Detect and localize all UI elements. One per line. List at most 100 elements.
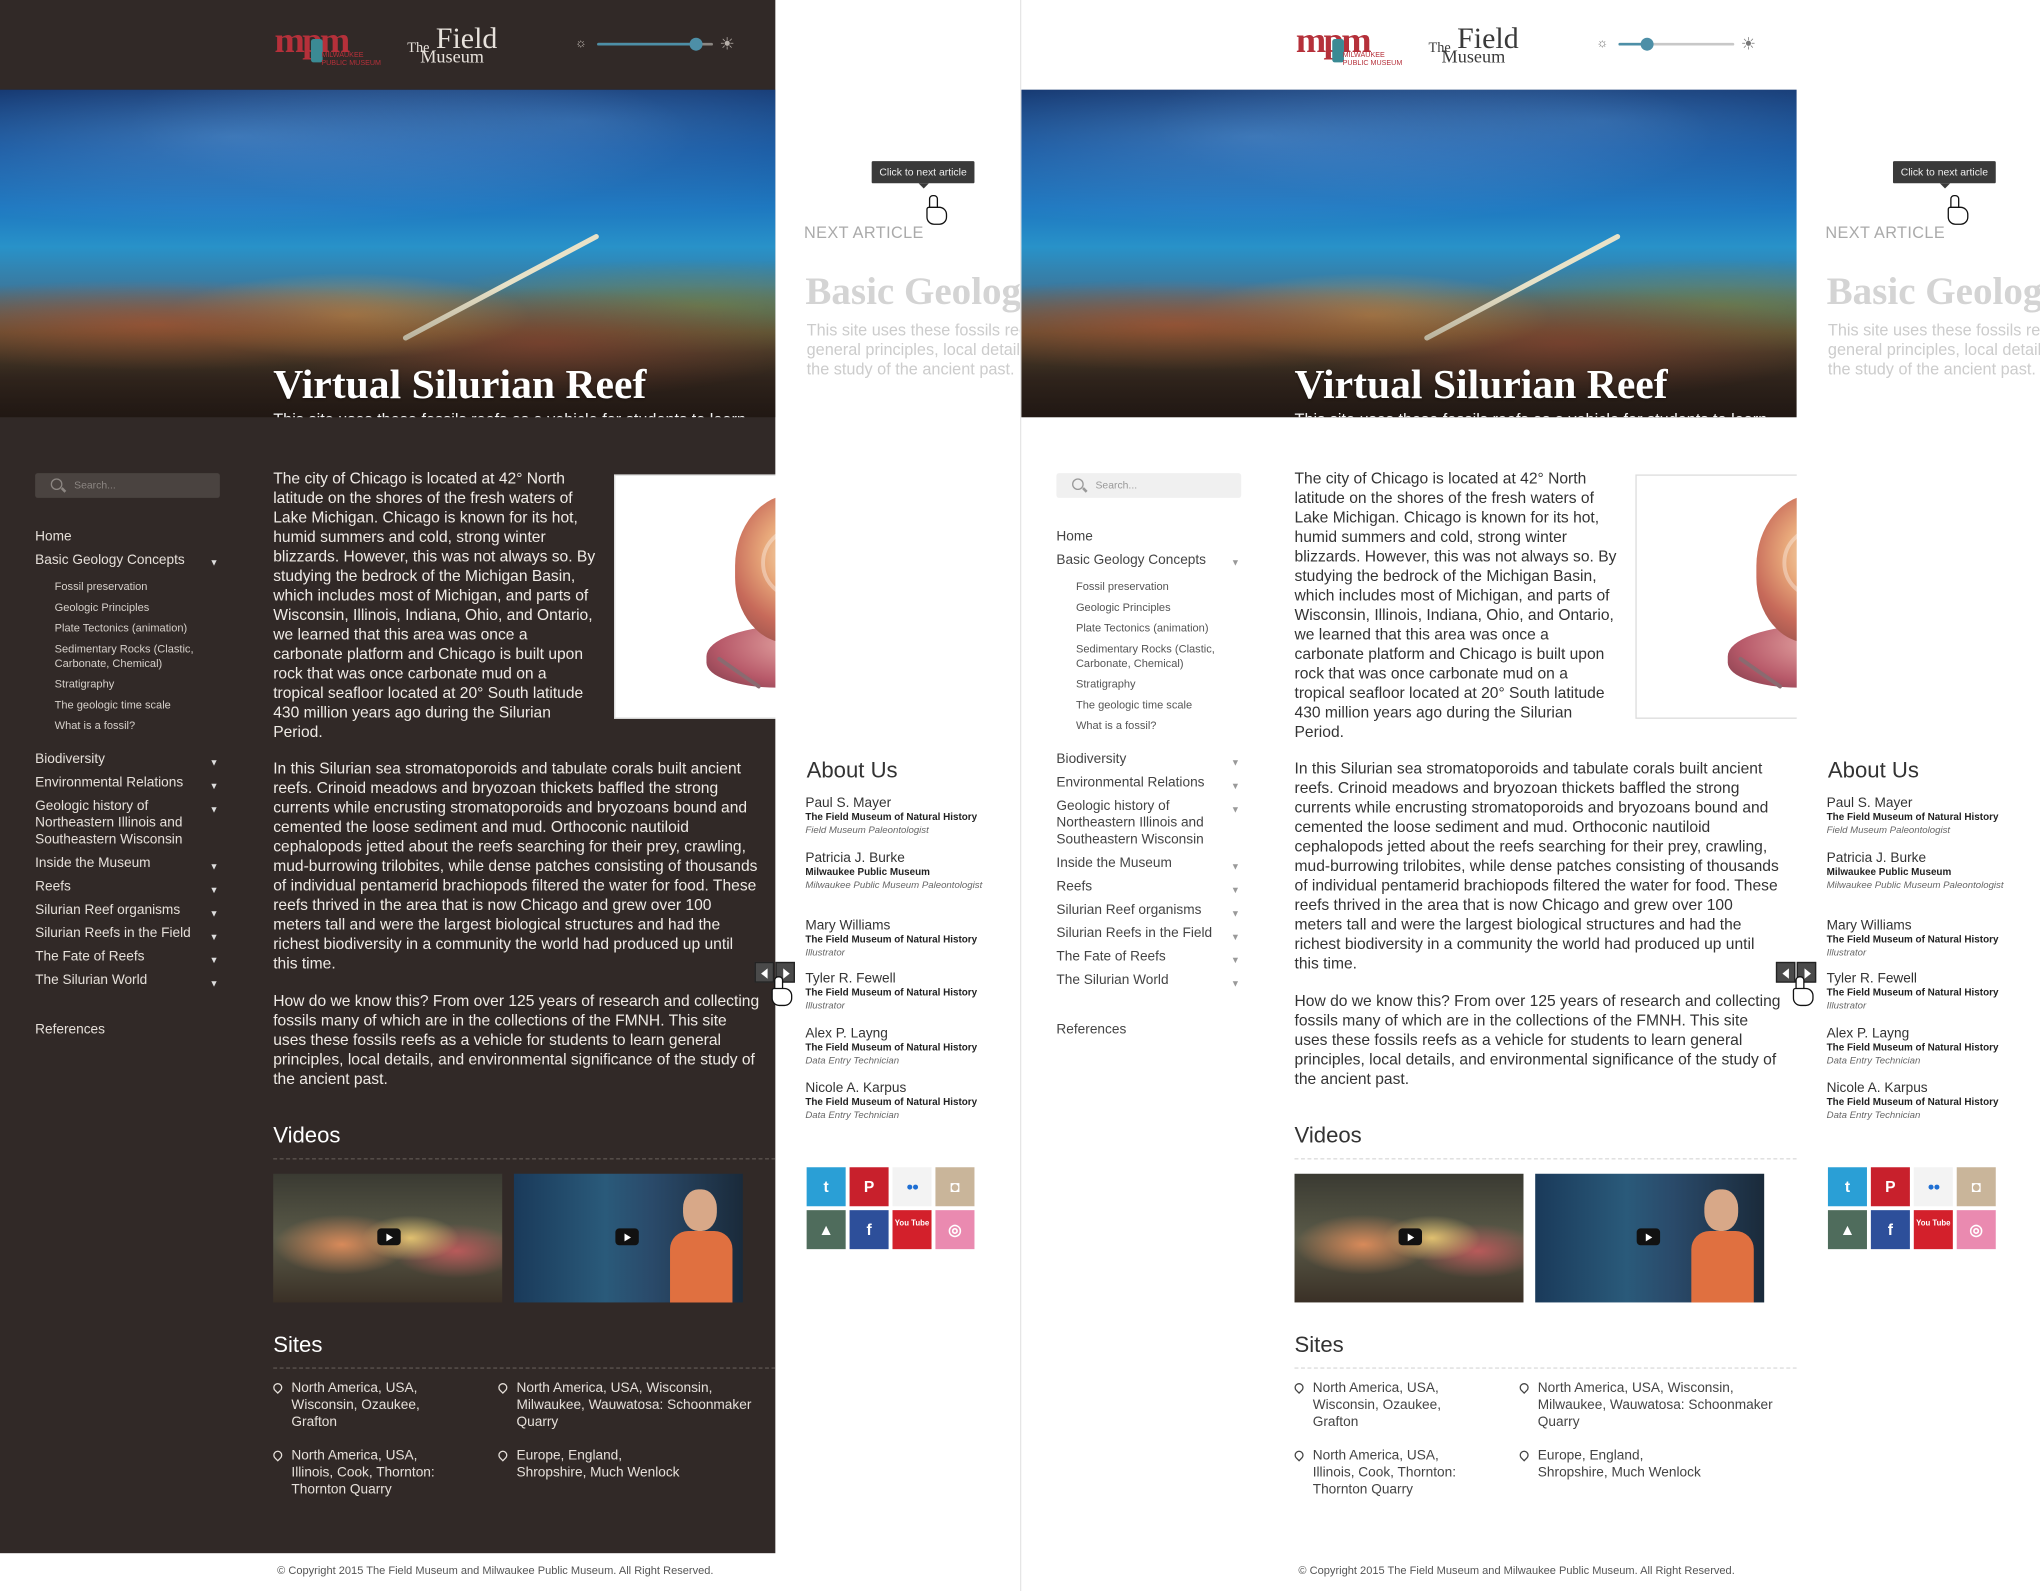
mpm-logo[interactable]: mpm MILWAUKEEPUBLIC MUSEUM [275,23,392,70]
play-icon[interactable] [1636,1228,1661,1246]
search-input[interactable]: Search... [1056,473,1242,498]
nav-item[interactable]: Geologic history of Northeastern Illinoi… [1056,796,1245,853]
site-location[interactable]: North America, USA, Illinois, Cook, Thor… [271,1448,442,1499]
chevron-down-icon: ▼ [209,758,219,768]
brightness-slider-handle[interactable] [1640,37,1654,51]
next-article-preview[interactable]: Click to next article NEXT ARTICLE Basic… [775,0,1020,1554]
dribbble-icon[interactable]: ◎ [1956,1210,1996,1250]
play-icon[interactable] [615,1228,639,1246]
nav-item[interactable]: Silurian Reef organisms ▼ [1056,900,1245,923]
site-location[interactable]: Europe, England, Shropshire, Much Wenloc… [496,1448,693,1482]
chevron-down-icon: ▼ [209,885,219,895]
site-location[interactable]: Europe, England, Shropshire, Much Wenloc… [1517,1448,1715,1482]
site-location[interactable]: North America, USA, Illinois, Cook, Thor… [1292,1448,1464,1499]
dribbble-icon[interactable]: ◎ [935,1210,975,1250]
nav-subitem[interactable]: The geologic time scale [1076,697,1245,718]
nav-item[interactable]: Silurian Reef organisms ▼ [35,900,224,923]
nav-item-references[interactable]: References [1056,1020,1245,1043]
nav-subitem[interactable]: Fossil preservation [55,580,224,601]
article-paragraph: The city of Chicago is located at 42° No… [273,469,596,741]
nav-subitem[interactable]: Sedimentary Rocks (Clastic, Carbonate, C… [1076,642,1245,676]
nav-item[interactable]: Biodiversity ▼ [1056,749,1245,772]
twitter-icon[interactable]: t [806,1167,846,1207]
nav-subitem[interactable]: Stratigraphy [55,677,224,698]
nav-item[interactable]: Geologic history of Northeastern Illinoi… [35,796,224,853]
hero-title: Virtual Silurian Reef [273,360,647,407]
team-member: Tyler R. Fewell The Field Museum of Natu… [1826,970,1999,1012]
nav-item[interactable]: Silurian Reefs in the Field ▼ [35,924,224,947]
youtube-icon[interactable]: You Tube [892,1210,932,1250]
site-location[interactable]: North America, USA, Wisconsin, Ozaukee, … [1292,1380,1445,1431]
site-location[interactable]: North America, USA, Wisconsin, Ozaukee, … [271,1380,423,1431]
nav-subitem[interactable]: Plate Tectonics (animation) [55,621,224,642]
brightness-slider[interactable]: ☼ ☀ [1596,34,1759,55]
flickr-icon[interactable]: ●● [892,1167,932,1207]
next-article-title[interactable]: Basic Geology Concepts [1827,270,2040,314]
deviantart-icon[interactable]: ▲ [1827,1210,1867,1250]
nav-item-home[interactable]: Home [35,526,224,549]
next-article-label[interactable]: NEXT ARTICLE [804,224,924,242]
nav-item[interactable]: Inside the Museum ▼ [35,853,224,876]
team-member: Nicole A. Karpus The Field Museum of Nat… [1826,1080,1999,1121]
article-paragraph: How do we know this? From over 125 years… [273,991,760,1088]
next-article-label[interactable]: NEXT ARTICLE [1825,224,1945,242]
chevron-down-icon: ▼ [1230,781,1240,791]
nav-item-home[interactable]: Home [1056,526,1245,549]
brightness-slider-handle[interactable] [689,37,703,51]
pinterest-icon[interactable]: P [849,1167,889,1207]
nav-subitem[interactable]: The geologic time scale [55,697,224,718]
nav-item[interactable]: Reefs ▼ [35,877,224,900]
nav-subitem[interactable]: What is a fossil? [55,718,224,739]
nav-item[interactable]: The Silurian World ▼ [35,970,224,993]
nav-subitem[interactable]: What is a fossil? [1076,718,1245,739]
nav-item[interactable]: Environmental Relations ▼ [1056,773,1245,796]
nav-item[interactable]: Environmental Relations ▼ [35,773,224,796]
nav-subitem[interactable]: Sedimentary Rocks (Clastic, Carbonate, C… [55,642,224,676]
nav-item[interactable]: The Silurian World ▼ [1056,970,1245,993]
nav-item-basic-geology-concepts[interactable]: Basic Geology Concepts ▼ [35,550,224,573]
hero-description: This site uses these fossils reefs as a … [1295,411,1776,417]
video-thumbnail-museum[interactable] [513,1173,743,1303]
facebook-icon[interactable]: f [1870,1210,1910,1250]
youtube-icon[interactable]: You Tube [1913,1210,1953,1250]
chevron-down-icon: ▼ [1230,956,1240,966]
field-museum-logo[interactable]: The Field Museum [1429,23,1533,67]
play-icon[interactable] [377,1228,401,1246]
nav-subitem[interactable]: Plate Tectonics (animation) [1076,621,1245,642]
nav-subitem[interactable]: Stratigraphy [1076,677,1245,698]
instagram-icon[interactable]: ◘ [1956,1167,1996,1207]
video-thumbnail-museum[interactable] [1535,1173,1765,1303]
nav-item-references[interactable]: References [35,1020,224,1043]
nav-item[interactable]: The Fate of Reefs ▼ [35,947,224,970]
instagram-icon[interactable]: ◘ [935,1167,975,1207]
team-member: Mary Williams The Field Museum of Natura… [1826,917,1999,958]
next-article-preview[interactable]: Click to next article NEXT ARTICLE Basic… [1796,0,2040,1554]
video-thumbnail-reef[interactable] [1294,1173,1524,1303]
nav-subitem[interactable]: Geologic Principles [1076,601,1245,622]
nav-subitem[interactable]: Fossil preservation [1076,580,1245,601]
play-icon[interactable] [1398,1228,1423,1246]
flickr-icon[interactable]: ●● [1913,1167,1953,1207]
site-location[interactable]: North America, USA, Wisconsin, Milwaukee… [496,1380,765,1431]
site-location[interactable]: North America, USA, Wisconsin, Milwaukee… [1517,1380,1787,1431]
nav-item[interactable]: Biodiversity ▼ [35,749,224,772]
facebook-icon[interactable]: f [849,1210,889,1250]
nav-item-basic-geology-concepts[interactable]: Basic Geology Concepts ▼ [1056,550,1245,573]
nav-item[interactable]: Reefs ▼ [1056,877,1245,900]
twitter-icon[interactable]: t [1827,1167,1867,1207]
nav-subitem[interactable]: Geologic Principles [55,601,224,622]
footer-copyright: © Copyright 2015 The Field Museum and Mi… [1021,1553,2040,1591]
video-thumbnail-reef[interactable] [273,1173,503,1303]
nav-item[interactable]: Silurian Reefs in the Field ▼ [1056,924,1245,947]
search-input[interactable]: Search... [35,473,220,498]
mpm-logo[interactable]: mpm MILWAUKEEPUBLIC MUSEUM [1296,23,1413,70]
nav-submenu: Fossil preservation Geologic Principles Pl… [35,573,224,741]
nav-item[interactable]: Inside the Museum ▼ [1056,853,1245,876]
nav-item[interactable]: The Fate of Reefs ▼ [1056,947,1245,970]
brightness-slider[interactable]: ☼ ☀ [575,34,738,55]
next-article-title[interactable]: Basic Geology Concepts [805,270,1020,314]
chevron-down-icon: ▼ [1230,932,1240,942]
deviantart-icon[interactable]: ▲ [806,1210,846,1250]
pinterest-icon[interactable]: P [1870,1167,1910,1207]
field-museum-logo[interactable]: The Field Museum [407,23,511,67]
